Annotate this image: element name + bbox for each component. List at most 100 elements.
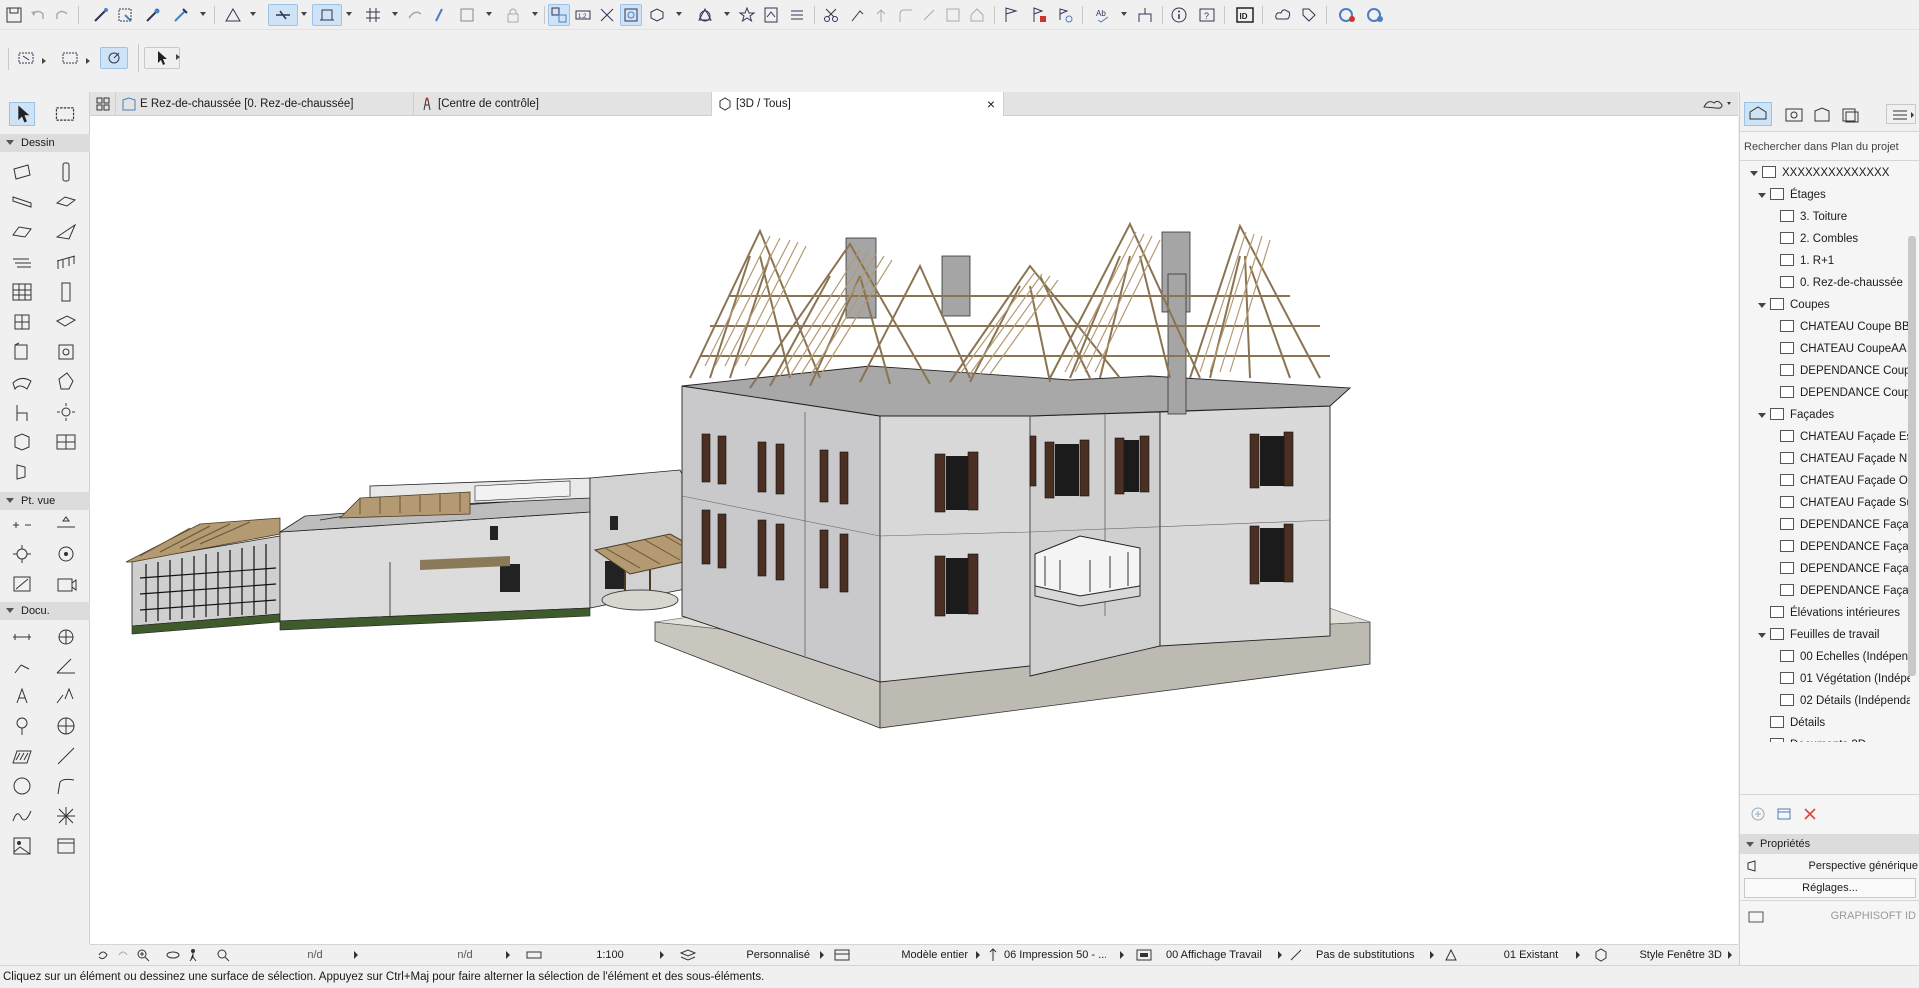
sphere-icon[interactable] [694, 4, 716, 26]
info-icon[interactable] [1168, 4, 1190, 26]
view-settings-icon[interactable] [1776, 806, 1792, 822]
tree-item[interactable]: 1. R+1 [1780, 250, 1910, 272]
renovation-value[interactable]: 01 Existant [1496, 945, 1566, 965]
zoom-value-2[interactable]: n/d [440, 945, 490, 965]
tree-item-project[interactable]: XXXXXXXXXXXXXX [1762, 162, 1910, 184]
project-map-tab-icon[interactable] [1744, 102, 1772, 126]
bimcloud-icon[interactable] [1364, 4, 1386, 26]
tree-expand-caret[interactable] [1758, 413, 1766, 418]
cloud-icon[interactable] [1272, 4, 1294, 26]
tree-expand-caret[interactable] [1758, 193, 1766, 198]
tree-item[interactable]: 0. Rez-de-chaussée [1780, 272, 1910, 294]
dimension-tool-icon[interactable] [10, 624, 34, 648]
curtain-wall-tool-icon[interactable] [10, 280, 34, 304]
redo-icon[interactable] [51, 4, 73, 26]
navigator-menu-icon[interactable] [1886, 104, 1916, 124]
shell-tool-icon[interactable] [54, 220, 78, 244]
publisher-tab-icon[interactable] [1840, 106, 1860, 124]
slab-tool-icon[interactable] [54, 190, 78, 214]
zoom-fit-icon[interactable] [216, 948, 230, 962]
tree-item[interactable]: DEPENDANCE Coupe [1780, 360, 1910, 382]
view-map-tab-icon[interactable] [1784, 106, 1804, 124]
selection-icon[interactable] [114, 4, 136, 26]
level-dimension-tool-icon[interactable] [10, 654, 34, 678]
measure-icon[interactable]: 1.2 [572, 4, 594, 26]
angle-dimension-tool-icon[interactable] [54, 654, 78, 678]
renovation-icon[interactable] [1028, 4, 1050, 26]
reference-icon[interactable] [456, 4, 478, 26]
tag-icon[interactable] [1298, 4, 1320, 26]
tree-item[interactable]: 3. Toiture [1780, 206, 1910, 228]
adjust-icon[interactable] [918, 4, 940, 26]
guide-icon[interactable] [268, 4, 298, 26]
column-tool-icon[interactable] [54, 160, 78, 184]
snap-icon[interactable] [312, 4, 342, 26]
tree-item[interactable]: Feuilles de travail [1770, 624, 1910, 646]
tree-item[interactable]: CHATEAU Façade O [1780, 470, 1910, 492]
radial-dimension-tool-icon[interactable] [54, 624, 78, 648]
flag-icon[interactable] [1000, 4, 1022, 26]
pen-set-value[interactable]: 06 Impression 50 - ... [1004, 945, 1106, 965]
mep-icon[interactable] [1134, 4, 1156, 26]
grid-icon[interactable] [362, 4, 384, 26]
syringe-icon[interactable] [170, 4, 192, 26]
offset-icon[interactable] [870, 4, 892, 26]
object-tool-icon[interactable] [10, 400, 34, 424]
split-icon[interactable] [942, 4, 964, 26]
change-tool-icon[interactable] [54, 572, 78, 596]
spline-tool-icon[interactable] [10, 804, 34, 828]
roof-tool-icon[interactable] [10, 220, 34, 244]
figure-tool-icon[interactable] [10, 834, 34, 858]
tree-item[interactable]: Façades [1770, 404, 1910, 426]
drawing-tool-icon[interactable] [54, 834, 78, 858]
tree-item[interactable]: Étages [1770, 184, 1910, 206]
tree-item[interactable]: Documents 3D [1770, 734, 1910, 742]
override-value[interactable]: Pas de substitutions [1316, 945, 1436, 965]
explode-icon[interactable] [596, 4, 618, 26]
tab-close-button[interactable]: × [987, 92, 995, 116]
layer-combo-value[interactable]: Personnalisé [710, 945, 810, 965]
rotate-icon[interactable] [100, 47, 128, 69]
navigator-search-input[interactable]: Rechercher dans Plan du projet [1744, 136, 1916, 158]
railing-tool-icon[interactable] [54, 250, 78, 274]
circle-tool-icon[interactable] [10, 774, 34, 798]
tree-scrollbar[interactable] [1908, 236, 1916, 676]
tree-expand-caret[interactable] [1758, 303, 1766, 308]
magic-wand-icon[interactable] [90, 4, 112, 26]
section-docu[interactable]: Docu. [0, 602, 90, 620]
polyline-tool-icon[interactable] [54, 774, 78, 798]
tab-menu-icon[interactable] [1700, 95, 1734, 113]
orbit-icon[interactable] [166, 948, 180, 962]
tree-item[interactable]: Coupes [1770, 294, 1910, 316]
zone-tool-icon[interactable] [10, 430, 34, 454]
tab-centre-de-controle[interactable]: [Centre de contrôle] [414, 92, 712, 116]
opening-tool-icon[interactable] [10, 460, 34, 484]
publish-icon[interactable] [1054, 4, 1076, 26]
help-icon[interactable]: ? [1196, 4, 1218, 26]
corner-window-tool-icon[interactable] [54, 340, 78, 364]
model-display-value[interactable]: 00 Affichage Travail [1166, 945, 1276, 965]
section-dessin[interactable]: Dessin [0, 134, 90, 152]
tree-item[interactable]: CHATEAU CoupeAA [1780, 338, 1910, 360]
delete-view-icon[interactable] [1802, 806, 1818, 822]
tree-item[interactable]: 00 Echelles (Indépendant) [1780, 646, 1910, 668]
tree-item[interactable]: DEPENDANCE Façade [1780, 558, 1910, 580]
layout-book-tab-icon[interactable] [1812, 106, 1832, 124]
lock-icon[interactable] [502, 4, 524, 26]
3d-style-value[interactable]: Style Fenêtre 3D [1618, 945, 1722, 965]
section-pt-vue[interactable]: Pt. vue [0, 492, 90, 510]
arrow-select-icon[interactable] [12, 47, 40, 69]
zoom-in-icon[interactable] [136, 948, 150, 962]
panel-layout-icon[interactable] [1748, 910, 1764, 924]
marquee-tool-icon[interactable] [53, 102, 77, 126]
properties-header[interactable]: Propriétés [1740, 834, 1919, 854]
undo-icon[interactable] [27, 4, 49, 26]
elevation-tool-icon[interactable] [54, 512, 78, 536]
undo-view-icon[interactable] [96, 948, 110, 962]
trace-reference-icon[interactable] [548, 4, 570, 26]
wall-tool-icon[interactable] [10, 160, 34, 184]
tree-item[interactable]: DEPENDANCE Façade [1780, 514, 1910, 536]
arrow-tool-icon[interactable] [9, 102, 35, 126]
tab-3d-tous[interactable]: [3D / Tous] × [712, 92, 1004, 116]
spellcheck-icon[interactable]: Ab [1092, 4, 1114, 26]
